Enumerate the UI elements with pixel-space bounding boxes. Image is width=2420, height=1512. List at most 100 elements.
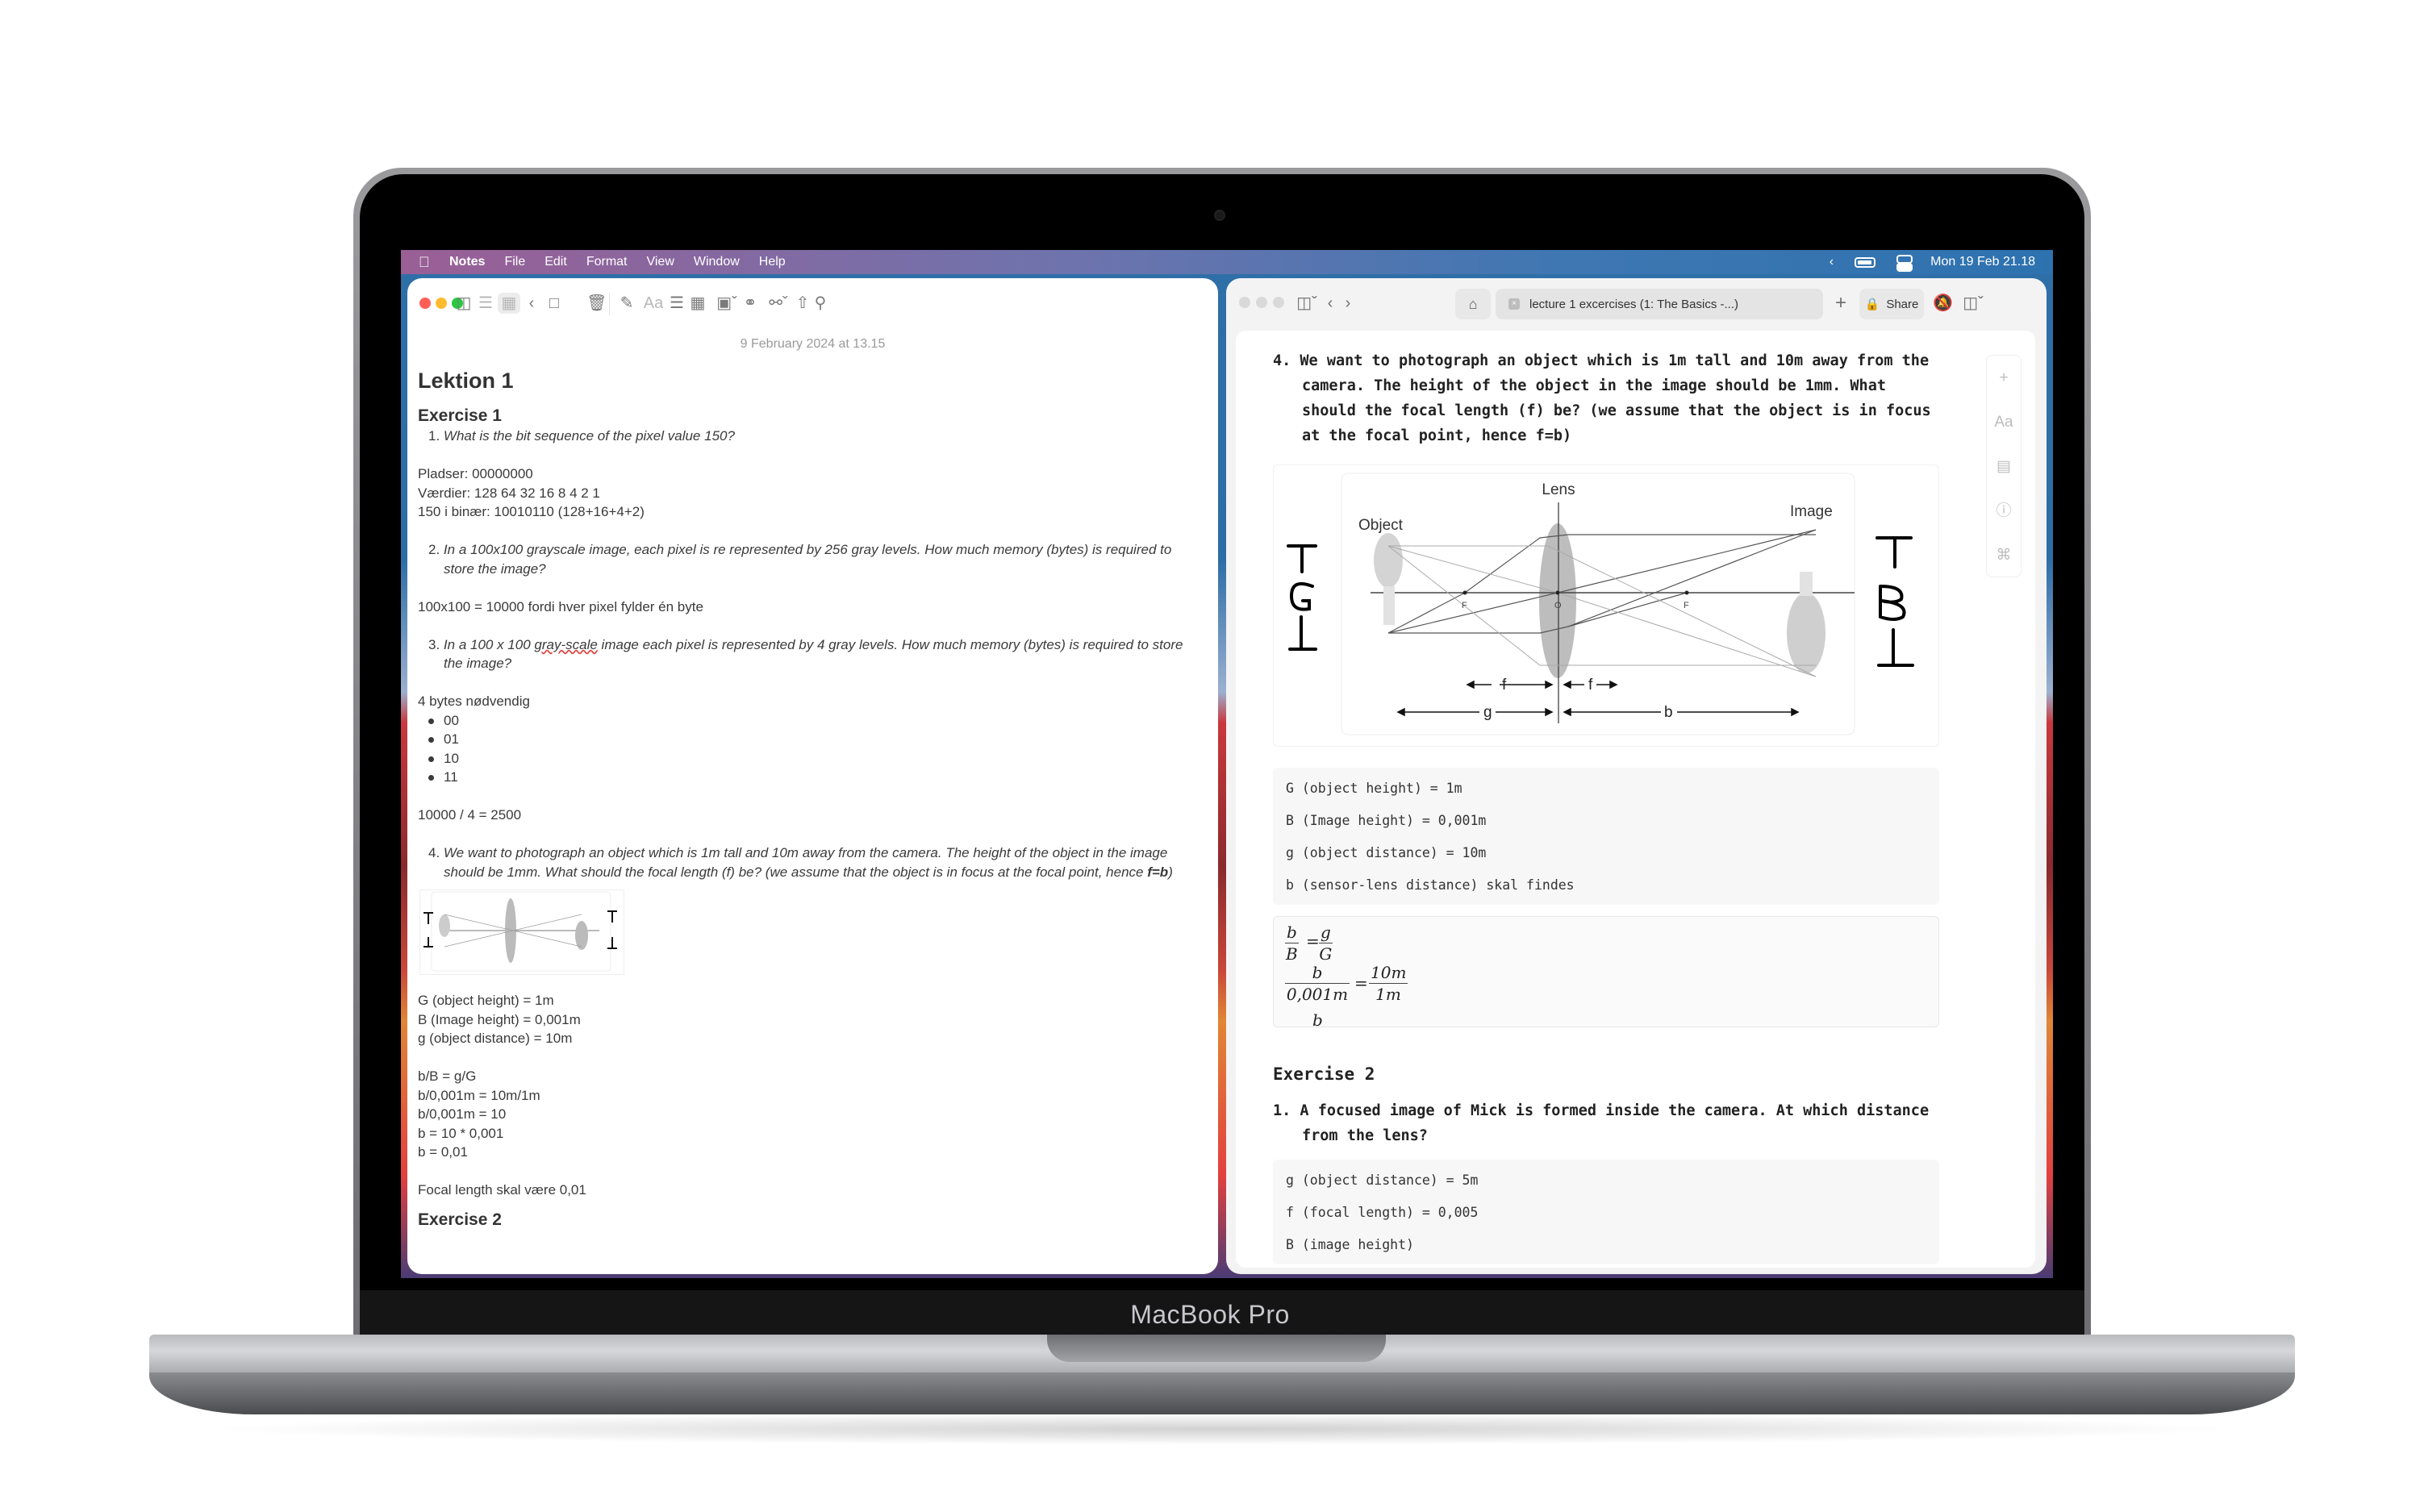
answer-line: b/B = g/G [418, 1068, 477, 1084]
fraction-10m-over-1m: 10m 1m [1369, 962, 1408, 1005]
diagram-label-object: Object [1358, 517, 1404, 534]
bullet-item: 00 [418, 711, 1202, 731]
sidebar-toggle-icon[interactable]: ◫ˇ [1292, 293, 1321, 314]
laptop-base-lower [149, 1372, 2295, 1414]
lock-icon[interactable]: ⚯ˇ [762, 293, 795, 314]
exercise-2-question-1: 1. A focused image of Mick is formed ins… [1273, 1098, 1939, 1148]
diagram-label-g: g [1483, 704, 1492, 721]
equals-sign: = [1354, 973, 1368, 993]
tab-lecture-1[interactable]: × lecture 1 excercises (1: The Basics -.… [1496, 289, 1823, 319]
menu-help[interactable]: Help [759, 255, 786, 269]
info-icon[interactable]: ⓘ [1987, 489, 2021, 533]
exercise-2-givens-code-block[interactable]: g (object distance) = 5m f (focal length… [1273, 1160, 1939, 1264]
command-icon[interactable]: ⌘ [1987, 533, 2021, 577]
code-line: B (image height) [1286, 1237, 1414, 1252]
notifications-off-icon[interactable]: 🔕 [1933, 293, 1953, 314]
answer-line: Værdier: 128 64 32 16 8 4 2 1 [418, 485, 600, 501]
question-1: 1. What is the bit sequence of the pixel… [418, 427, 1202, 446]
close-button[interactable] [1239, 297, 1250, 308]
bold-text: f=b [1147, 864, 1169, 880]
menu-window[interactable]: Window [694, 255, 740, 269]
question-4: 4. We want to photograph an object which… [1273, 348, 1939, 448]
numerator: 10m [1369, 963, 1408, 984]
bullet-item: 01 [418, 730, 1202, 749]
clock[interactable]: Mon 19 Feb 21.18 [1930, 255, 2035, 269]
close-button[interactable] [419, 298, 431, 309]
checklist-icon[interactable]: ☰ [666, 293, 688, 314]
panel-toggle-icon[interactable]: ◫ˇ [1957, 293, 1989, 314]
lens-diagram-thumbnail[interactable] [419, 889, 624, 975]
zoom-button[interactable] [1273, 297, 1284, 308]
table-icon[interactable]: ▦ [686, 293, 709, 314]
battery-icon[interactable] [1855, 256, 1876, 268]
answer-line: B (Image height) = 0,001m [418, 1011, 581, 1027]
code-line: f (focal length) = 0,005 [1286, 1205, 1479, 1220]
attachments-icon[interactable]: □ [543, 293, 565, 314]
answer-line: G (object height) = 1m [418, 993, 554, 1008]
object-bulb [1374, 533, 1403, 588]
apple-menu-icon[interactable]:  [419, 254, 432, 271]
document-toolbar: ◫ˇ ‹ › ⌂ × lecture 1 excercises (1: The … [1226, 278, 2047, 327]
menu-edit[interactable]: Edit [544, 255, 567, 269]
search-icon[interactable]: ⚲ [809, 293, 832, 314]
diagram-label-b: b [1664, 704, 1673, 721]
menu-app-name[interactable]: Notes [449, 255, 485, 269]
document-window: ◫ˇ ‹ › ⌂ × lecture 1 excercises (1: The … [1226, 278, 2047, 1274]
list-view-icon[interactable]: ☰ [476, 293, 495, 314]
lens-diagram[interactable]: Lens Object Image F O F f f g b [1273, 464, 1939, 747]
list-number: 3. [428, 636, 440, 652]
diagram-label-center: O [1554, 601, 1562, 610]
close-tab-icon[interactable]: × [1508, 298, 1520, 310]
sidebar-toggle-icon[interactable]: ◫ [456, 293, 472, 314]
desktop-photo: MacBook Pro  Notes File Edit Format Vie… [0, 0, 2420, 1512]
question-text: A focused image of Mick is formed inside… [1300, 1102, 1930, 1144]
note-body[interactable]: Lektion 1 Exercise 1 1. What is the bit … [418, 367, 1202, 1231]
code-line: g (object distance) = 5m [1286, 1173, 1479, 1188]
status-area: ‹ Mon 19 Feb 21.18 [1830, 250, 2035, 274]
text-format-icon[interactable]: Aa [641, 293, 666, 314]
answer-line: 4 bytes nødvendig [418, 694, 530, 709]
list-number: 1. [1273, 1102, 1291, 1119]
home-button[interactable]: ⌂ [1455, 289, 1491, 319]
collaborate-icon[interactable]: ⚭ [738, 293, 762, 314]
code-line: B (Image height) = 0,001m [1286, 813, 1487, 828]
answer-line: b = 0,01 [418, 1144, 468, 1160]
add-block-icon[interactable]: + [1987, 356, 2021, 400]
gallery-view-icon[interactable]: ▦ [498, 293, 520, 314]
outline-icon[interactable]: ▤ [1987, 444, 2021, 489]
text-style-icon[interactable]: Aa [1987, 400, 2021, 444]
forward-icon[interactable]: › [1339, 293, 1357, 314]
compose-icon[interactable]: ✎ [615, 293, 638, 314]
new-tab-icon[interactable]: + [1830, 293, 1852, 314]
numerator: b [1285, 923, 1299, 943]
answer-line: 150 i binær: 10010110 (128+16+4+2) [418, 504, 645, 519]
tab-title: lecture 1 excercises (1: The Basics -...… [1529, 297, 1738, 311]
menu-view[interactable]: View [646, 255, 674, 269]
menu-format[interactable]: Format [586, 255, 628, 269]
chevron-left-icon[interactable]: ‹ [1830, 255, 1834, 269]
back-icon[interactable]: ‹ [522, 293, 541, 314]
fraction-b-over-B: bB [1285, 922, 1299, 964]
givens-code-block[interactable]: G (object height) = 1m B (Image height) … [1273, 768, 1939, 905]
handwritten-B-annotation [1876, 536, 1914, 667]
list-number: 4. [1273, 352, 1291, 369]
document-page[interactable]: 4. We want to photograph an object which… [1236, 331, 2035, 1268]
lid-notch [1047, 1335, 1386, 1362]
question-text: In a 100x100 grayscale image, each pixel… [443, 542, 1172, 577]
menu-file[interactable]: File [504, 255, 525, 269]
back-icon[interactable]: ‹ [1321, 293, 1339, 314]
bullet-item: 10 [418, 749, 1202, 768]
math-block[interactable]: bB = gG b 0,001m = 10m 1m b [1273, 916, 1939, 1027]
control-center-icon[interactable] [1896, 255, 1913, 272]
diagram-label-focal-right: F [1684, 601, 1689, 610]
minimize-button[interactable] [436, 298, 447, 309]
notes-toolbar: ◫ ☰ ▦ ‹ □ 🗑 ✎ Aa ☰ ▦ ▣ˇ ⚭ ⚯ˇ ⇧ ⚲ [407, 278, 1218, 327]
numerator: g [1319, 923, 1333, 943]
minimize-button[interactable] [1256, 297, 1267, 308]
question-text: In a 100 x 100 [443, 636, 535, 652]
laptop-shadow [202, 1413, 2243, 1445]
misspelled-word[interactable]: gray-scale [534, 637, 597, 652]
share-button[interactable]: 🔒 Share [1859, 289, 1924, 319]
denominator: 1m [1375, 985, 1401, 1004]
trash-icon[interactable]: 🗑 [586, 293, 607, 314]
